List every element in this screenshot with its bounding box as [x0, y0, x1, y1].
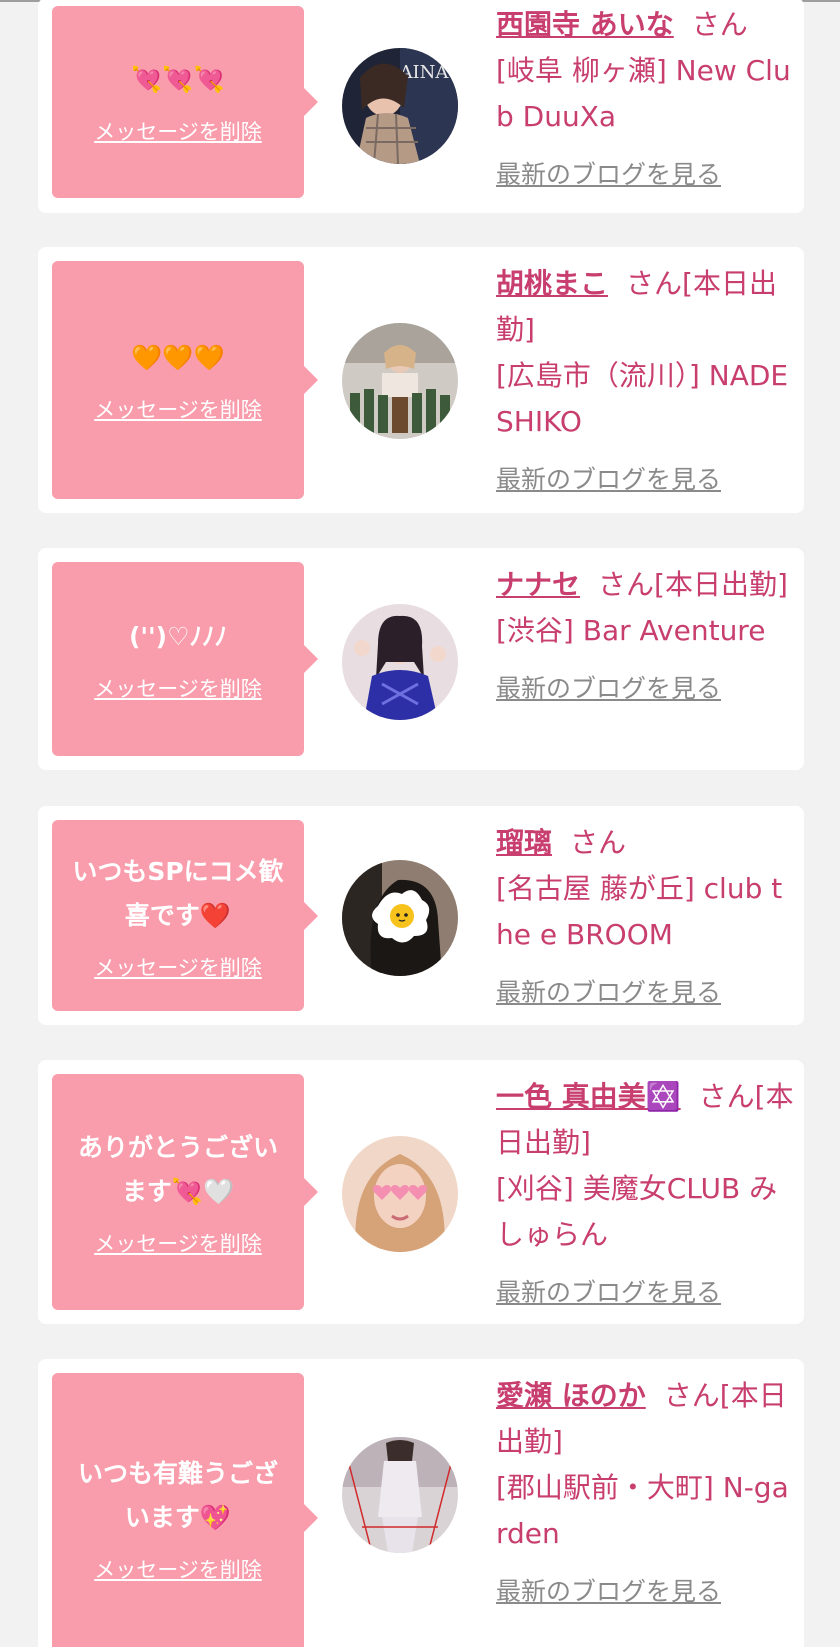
shop-name: [岐阜 柳ヶ瀬] New Club DuuXa — [496, 54, 791, 133]
latest-blog-link[interactable]: 最新のブログを見る — [496, 1270, 794, 1316]
shop-name: [刈谷] 美魔女CLUB みしゅらん — [496, 1172, 778, 1251]
message-bubble: いつも有難うございます💖 メッセージを削除 — [52, 1373, 318, 1647]
message-bubble: 💘💘💘 メッセージを削除 — [52, 6, 318, 198]
fried-egg-icon — [342, 860, 458, 976]
avatar[interactable] — [342, 860, 458, 976]
honorific: さん — [691, 8, 748, 41]
sender-line: 西園寺 あいな さん — [496, 2, 794, 48]
profile-photo-icon — [342, 604, 458, 720]
avatar[interactable] — [342, 604, 458, 720]
avatar[interactable] — [342, 323, 458, 439]
message-card: ('')♡ﾉﾉﾉ メッセージを削除 ナナセ さん[本日出勤] [渋谷] Bar A… — [38, 548, 804, 770]
honorific: さん — [570, 826, 627, 859]
shop-name: [名古屋 藤が丘] club the e BROOM — [496, 872, 783, 951]
message-text: 💘💘💘 — [131, 65, 225, 94]
sender-info: 瑠璃 さん [名古屋 藤が丘] club the e BROOM 最新のブログを見… — [496, 820, 794, 1016]
sender-info: 愛瀬 ほのか さん[本日出勤] [郡山駅前・大町] N-garden 最新のブログ… — [496, 1373, 794, 1615]
latest-blog-link[interactable]: 最新のブログを見る — [496, 970, 794, 1016]
sender-name-link[interactable]: 胡桃まこ — [496, 267, 608, 300]
message-text: いつも有難うございます💖 — [77, 1459, 278, 1532]
honorific: さん — [626, 267, 683, 300]
sender-name-link[interactable]: 西園寺 あいな — [496, 8, 674, 41]
message-card: 💘💘💘 メッセージを削除 AINA 西園寺 あいな さん [岐阜 柳ヶ瀬] New… — [38, 0, 804, 213]
latest-blog-link[interactable]: 最新のブログを見る — [496, 666, 794, 712]
shop-name: [広島市（流川）] NADESHIKO — [496, 359, 789, 438]
honorific: さん — [698, 1080, 755, 1113]
sender-name-link[interactable]: 一色 真由美✡️ — [496, 1080, 681, 1113]
sender-name-link[interactable]: 瑠璃 — [496, 826, 552, 859]
latest-blog-link[interactable]: 最新のブログを見る — [496, 152, 794, 198]
honorific: さん — [598, 568, 655, 601]
latest-blog-link[interactable]: 最新のブログを見る — [496, 1569, 794, 1615]
avatar[interactable] — [342, 1136, 458, 1252]
sender-info: 胡桃まこ さん[本日出勤] [広島市（流川）] NADESHIKO 最新のブログを… — [496, 261, 794, 503]
sender-line: 胡桃まこ さん[本日出勤] — [496, 261, 794, 353]
delete-message-link[interactable]: メッセージを削除 — [94, 673, 262, 703]
message-text: いつもSPにコメ歓喜です❤️ — [72, 856, 284, 930]
profile-photo-icon — [342, 1136, 458, 1252]
message-bubble: ありがとうございます💘🤍 メッセージを削除 — [52, 1074, 318, 1310]
sender-line: 愛瀬 ほのか さん[本日出勤] — [496, 1373, 794, 1465]
shop-name: [渋谷] Bar Aventure — [496, 614, 766, 647]
avatar[interactable]: AINA — [342, 48, 458, 164]
message-card: いつも有難うございます💖 メッセージを削除 愛瀬 ほのか さん[本日出勤] [郡山… — [38, 1359, 804, 1647]
shop-name: [郡山駅前・大町] N-garden — [496, 1471, 789, 1550]
sender-name-link[interactable]: ナナセ — [496, 568, 580, 601]
message-text: ('')♡ﾉﾉﾉ — [128, 622, 228, 651]
sender-info: ナナセ さん[本日出勤] [渋谷] Bar Aventure 最新のブログを見る — [496, 562, 794, 712]
sender-info: 一色 真由美✡️ さん[本日出勤] [刈谷] 美魔女CLUB みしゅらん 最新のブ… — [496, 1074, 794, 1316]
message-card: 🧡🧡🧡 メッセージを削除 胡桃まこ さん[本日出勤] [広島市（流川）] NADE… — [38, 247, 804, 513]
latest-blog-link[interactable]: 最新のブログを見る — [496, 457, 794, 503]
message-text: 🧡🧡🧡 — [131, 343, 225, 372]
honorific: さん — [663, 1379, 720, 1412]
profile-photo-icon: AINA — [342, 48, 458, 164]
delete-message-link[interactable]: メッセージを削除 — [94, 116, 262, 146]
message-bubble: 🧡🧡🧡 メッセージを削除 — [52, 261, 318, 499]
sender-line: 一色 真由美✡️ さん[本日出勤] — [496, 1074, 794, 1166]
sender-line: 瑠璃 さん — [496, 820, 794, 866]
message-bubble: ('')♡ﾉﾉﾉ メッセージを削除 — [52, 562, 318, 756]
message-card: ありがとうございます💘🤍 メッセージを削除 一色 真由美✡️ さん[本日出勤] [… — [38, 1060, 804, 1324]
sender-line: ナナセ さん[本日出勤] — [496, 562, 794, 608]
message-text: ありがとうございます💘🤍 — [77, 1133, 278, 1206]
message-card: いつもSPにコメ歓喜です❤️ メッセージを削除 瑠璃 さん [名古屋 藤が丘] c… — [38, 806, 804, 1025]
message-bubble: いつもSPにコメ歓喜です❤️ メッセージを削除 — [52, 820, 318, 1011]
profile-photo-icon — [342, 1437, 458, 1553]
attendance-status: [本日出勤] — [654, 568, 788, 601]
sender-name-link[interactable]: 愛瀬 ほのか — [496, 1379, 646, 1412]
sender-info: 西園寺 あいな さん [岐阜 柳ヶ瀬] New Club DuuXa 最新のブログ… — [496, 2, 794, 198]
profile-photo-icon — [342, 323, 458, 439]
delete-message-link[interactable]: メッセージを削除 — [94, 1554, 262, 1584]
delete-message-link[interactable]: メッセージを削除 — [94, 394, 262, 424]
delete-message-link[interactable]: メッセージを削除 — [94, 1228, 262, 1258]
avatar[interactable] — [342, 1437, 458, 1553]
delete-message-link[interactable]: メッセージを削除 — [94, 952, 262, 982]
